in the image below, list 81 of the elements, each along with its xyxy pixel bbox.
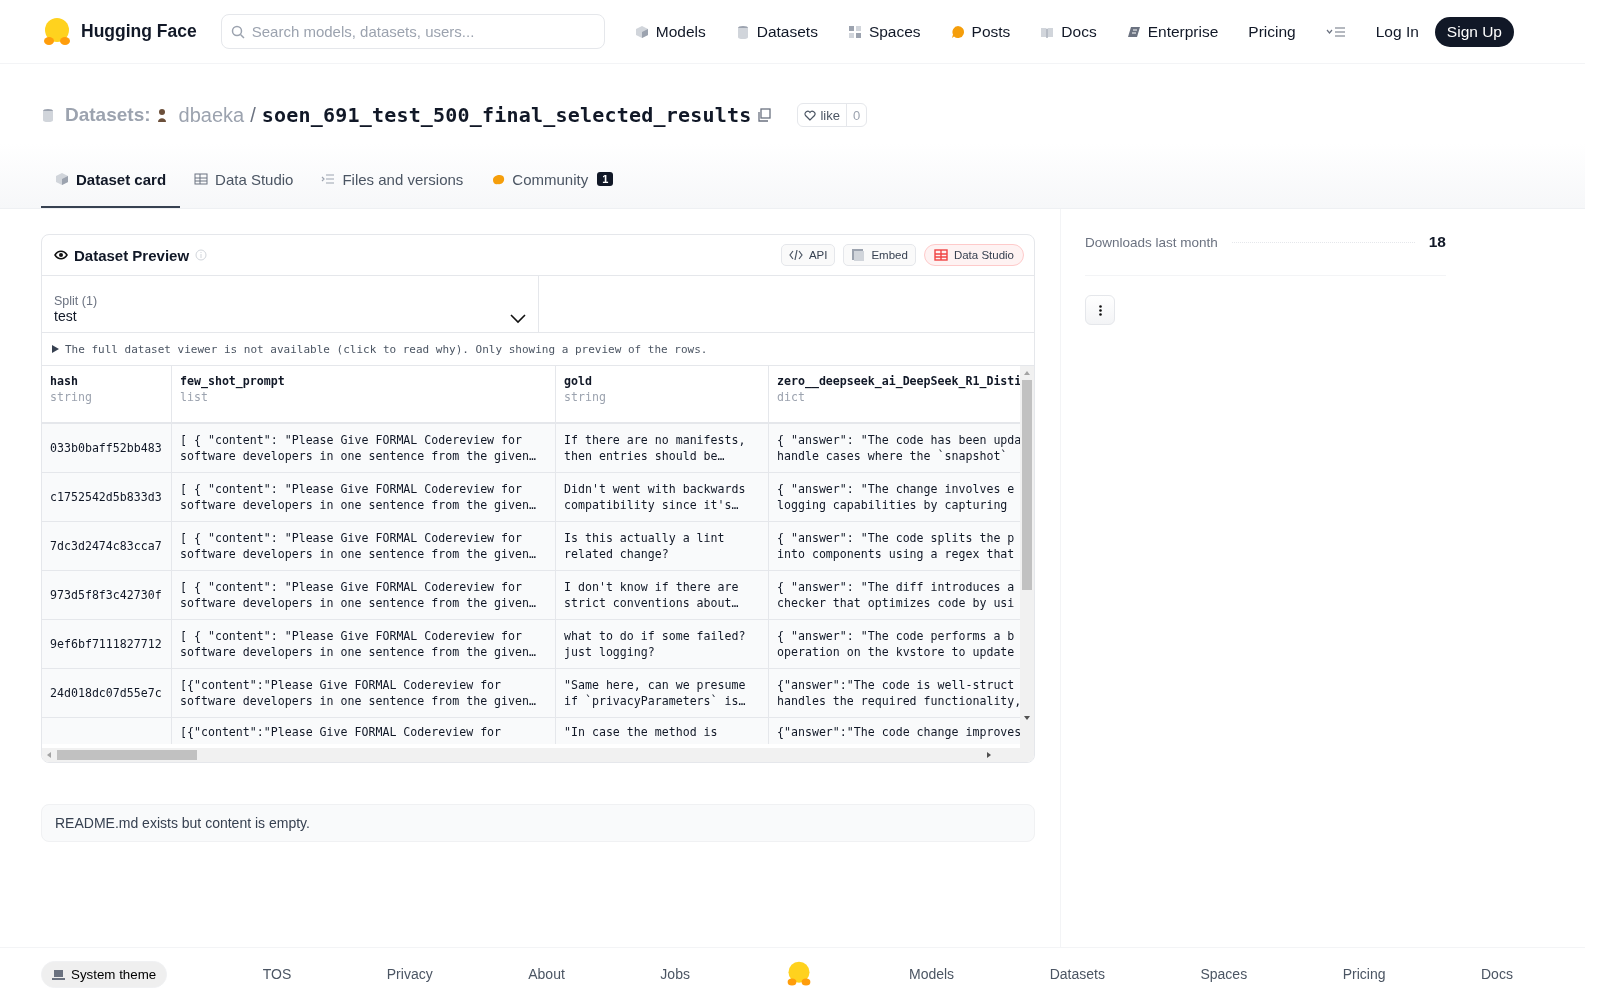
table-cell-text: { "answer": "The diff introduces a checker that optimizes code by usi xyxy=(776,579,1016,612)
studio-button[interactable]: Data Studio xyxy=(923,244,1024,266)
brand-name: Hugging Face xyxy=(81,21,197,42)
footer-link[interactable]: Docs xyxy=(1481,966,1513,982)
footer-link[interactable]: TOS xyxy=(262,966,292,982)
table-cell: If there are no manifests, then entries should be… xyxy=(556,424,769,472)
table-cell: c1752542d5b833d3 xyxy=(42,473,172,521)
table-cell: [{"content":"Please Give FORMAL Codereview for software developers in one sentence from the given… xyxy=(172,669,556,717)
repo-name: soen_691_test_500_final_selected_results xyxy=(261,103,752,127)
table-cell: [ { "content": "Please Give FORMAL Codereview for software developers in one sentence from the given… xyxy=(172,571,556,619)
nav-link[interactable]: Pricing xyxy=(1248,22,1296,41)
tab[interactable]: Community 1 xyxy=(477,152,628,208)
table-cell: [ { "content": "Please Give FORMAL Codereview for software developers in one sentence from the given… xyxy=(172,522,556,570)
table-cell: "Same here, can we presume if `privacyParameters` is… xyxy=(556,669,769,717)
table-cell: I don't know if there are strict conventions about… xyxy=(556,571,769,619)
footer-link[interactable]: Spaces xyxy=(1200,966,1248,982)
table-cell-text: {"answer":"The code change improves xyxy=(776,724,1020,741)
footer-link[interactable]: Pricing xyxy=(1342,966,1386,982)
nav-link[interactable]: Datasets xyxy=(735,22,818,41)
column-name: few_shot_prompt xyxy=(180,373,285,389)
column-type: dict xyxy=(777,389,805,405)
table-cell-text: { "answer": "The change involves e logging capabilities by capturing xyxy=(776,481,1016,514)
column-header[interactable]: few_shot_prompt list xyxy=(172,366,556,422)
column-name: zero__deepseek_ai_DeepSeek_R1_Disti xyxy=(777,373,1020,389)
table-cell: Is this actually a lint related change? xyxy=(556,522,769,570)
notice-text[interactable]: The full dataset viewer is not available (click to read why). Only showing a preview of the rows. xyxy=(65,342,708,356)
tab[interactable]: Data Studio xyxy=(180,152,308,208)
column-header[interactable]: hash string xyxy=(42,366,172,422)
nav-link[interactable]: Docs xyxy=(1040,22,1097,41)
footer-link[interactable]: Datasets xyxy=(1049,966,1105,982)
tab[interactable]: Dataset card xyxy=(41,152,181,208)
downloads-label: Downloads last month xyxy=(1085,234,1218,250)
count-badge: 1 xyxy=(597,172,614,186)
footer-link[interactable]: About xyxy=(528,966,565,982)
nav-link[interactable]: Enterprise xyxy=(1126,22,1219,41)
column-type: string xyxy=(564,389,606,405)
table-cell-text: { "answer": "The code performs a b operation on the kvstore to update xyxy=(776,628,1016,661)
table-cell: Didn't went with backwards compatibility since it's… xyxy=(556,473,769,521)
nav-link[interactable]: Models xyxy=(634,22,706,41)
readme-notice: README.md exists but content is empty. xyxy=(55,815,311,831)
search-field[interactable]: Search models, datasets, users... xyxy=(220,14,605,49)
column-name: gold xyxy=(564,373,592,389)
table-cell: 7dc3d2474c83cca7 xyxy=(42,522,172,570)
split-label: Split (1) xyxy=(54,294,98,308)
table-cell: [{"content":"Please Give FORMAL Codereview for xyxy=(172,718,556,744)
like-count: 0 xyxy=(851,106,862,125)
column-type: list xyxy=(180,389,208,405)
column-type: string xyxy=(50,389,92,405)
split-select[interactable]: Split (1) test xyxy=(42,276,539,332)
like-button[interactable]: like 0 xyxy=(797,103,868,127)
table-cell-text: { "answer": "The code splits the p into components using a regex that xyxy=(776,530,1016,563)
footer-link[interactable]: Jobs xyxy=(660,966,690,982)
footer-link[interactable]: Models xyxy=(909,966,955,982)
table-cell: [ { "content": "Please Give FORMAL Codereview for software developers in one sentence from the given… xyxy=(172,424,556,472)
embed-button[interactable]: Embed xyxy=(843,244,916,266)
nav-link[interactable]: Spaces xyxy=(847,22,921,41)
like-label: like xyxy=(820,107,840,123)
column-header[interactable]: gold string xyxy=(556,366,769,422)
table-cell: "In case the method is xyxy=(556,718,769,744)
column-name: hash xyxy=(50,373,78,389)
table-cell: 24d018dc07d55e7c xyxy=(42,669,172,717)
table-cell: [ { "content": "Please Give FORMAL Codereview for software developers in one sentence from the given… xyxy=(172,620,556,668)
table-cell-text: { "answer": "The code has been upda handle cases where the `snapshot` xyxy=(776,432,1020,465)
table-cell: what to do if some failed? just logging? xyxy=(556,620,769,668)
table-cell: 973d5f8f3c42730f xyxy=(42,571,172,619)
theme-button[interactable]: System theme xyxy=(41,960,168,988)
api-button[interactable]: API xyxy=(780,244,836,266)
login-link[interactable]: Log In xyxy=(1375,22,1419,41)
signup-button[interactable]: Sign Up xyxy=(1434,16,1514,47)
preview-title: Dataset Preview xyxy=(74,246,190,264)
tab[interactable]: Files and versions xyxy=(307,152,478,208)
table-cell-text: {"answer":"The code is well-struct handles the required functionality, xyxy=(776,677,1020,710)
footer-link[interactable]: Privacy xyxy=(386,966,433,982)
column-header[interactable]: zero__deepseek_ai_DeepSeek_R1_Disti dict xyxy=(769,366,1020,422)
path-separator: / xyxy=(250,103,256,127)
table-cell: 9ef6bf7111827712 xyxy=(42,620,172,668)
nav-link[interactable]: Posts xyxy=(950,22,1011,41)
split-value: test xyxy=(54,308,78,324)
table-cell: [ { "content": "Please Give FORMAL Codereview for software developers in one sentence from the given… xyxy=(172,473,556,521)
table-cell: 033b0baff52bb483 xyxy=(42,424,172,472)
downloads-count: 18 xyxy=(1428,233,1446,251)
